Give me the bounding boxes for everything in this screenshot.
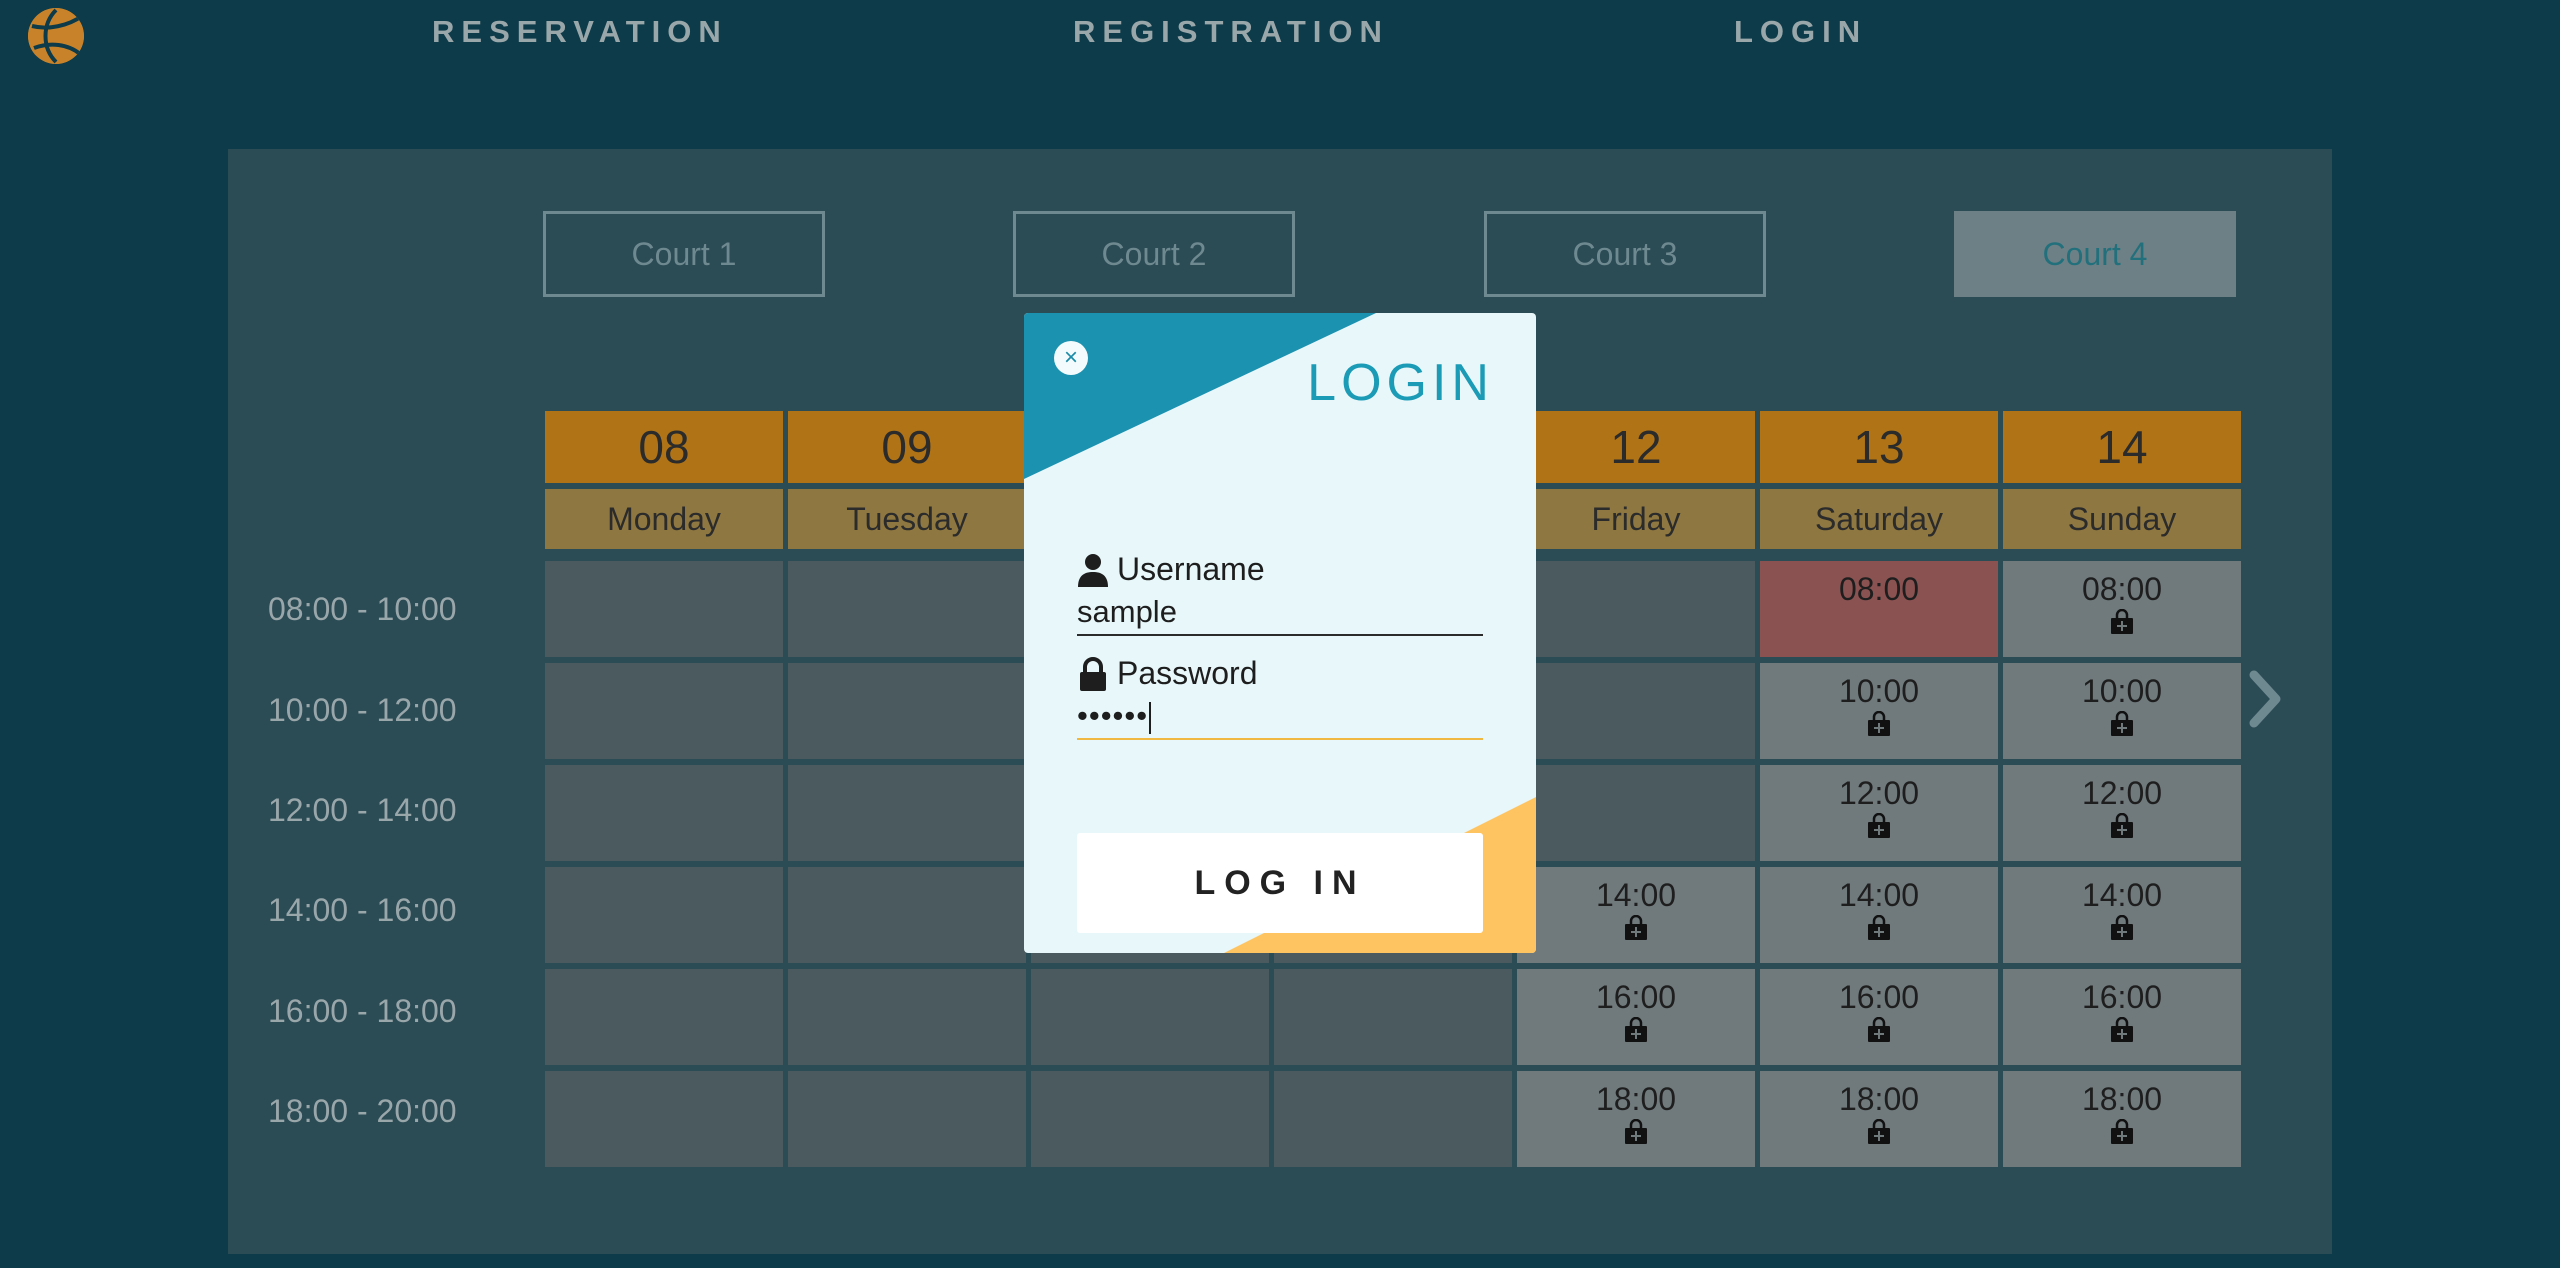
user-icon (1078, 553, 1108, 587)
username-field[interactable]: Username sample (1077, 551, 1483, 636)
lock-icon (1080, 656, 1106, 691)
login-submit-button[interactable]: LOG IN (1077, 833, 1483, 933)
login-modal: × LOGIN Username sample Password •••••• … (1024, 313, 1536, 953)
modal-title: LOGIN (1307, 354, 1494, 412)
username-label: Username (1117, 551, 1265, 587)
close-icon[interactable]: × (1054, 341, 1088, 375)
password-label: Password (1117, 655, 1258, 691)
password-input[interactable]: •••••• (1077, 698, 1483, 740)
password-field[interactable]: Password •••••• (1077, 655, 1483, 740)
password-label-row: Password (1077, 655, 1483, 692)
username-label-row: Username (1077, 551, 1483, 588)
password-dots: •••••• (1077, 698, 1149, 733)
text-caret (1149, 701, 1152, 734)
username-input[interactable]: sample (1077, 594, 1483, 636)
